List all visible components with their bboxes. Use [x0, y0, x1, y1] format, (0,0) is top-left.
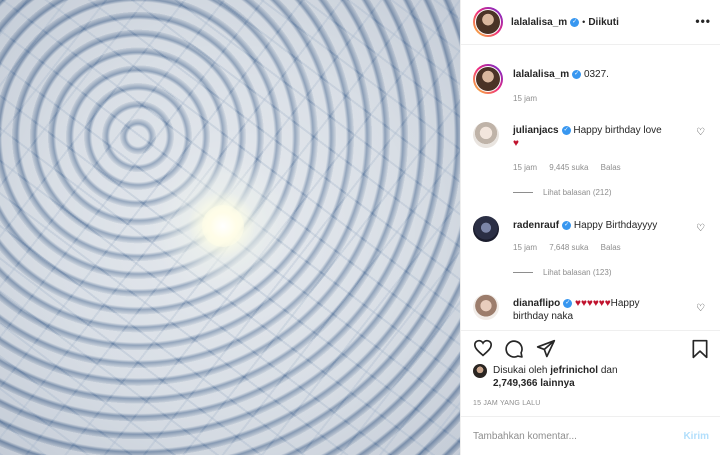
comments-list: lalalalisa_m ✓ 0327. 15 jam julianjacs ✓ H…: [461, 46, 720, 328]
heart-outline-icon[interactable]: [473, 339, 493, 357]
reply-button[interactable]: Balas: [601, 243, 621, 252]
comment-body: Happy Birthdayyyy: [573, 220, 658, 231]
sun-glare: [202, 205, 244, 247]
likes-count[interactable]: 2,749,366 lainnya: [493, 378, 575, 389]
share-icon[interactable]: [536, 339, 556, 359]
red-heart-icon: ♥: [513, 138, 519, 149]
verified-badge-icon: ✓: [563, 298, 573, 308]
comment-meta: 15 jam 7,648 suka Balas: [513, 243, 631, 252]
add-comment-bar: Kirim: [461, 416, 720, 455]
post-header: lalalalisa_m ✓ • Diikuti •••: [461, 0, 720, 45]
comment-body-b: birthday naka: [513, 311, 574, 322]
caption-meta: 15 jam: [513, 94, 547, 103]
caption-body: 0327.: [583, 69, 609, 80]
author-avatar[interactable]: [473, 7, 503, 37]
comment-input[interactable]: [473, 430, 684, 442]
comment-text: dianaflipo ✓ ♥♥♥♥♥♥Happy birthday naka: [513, 297, 687, 323]
comment-body: Happy birthday love: [573, 125, 662, 136]
comment-avatar[interactable]: [473, 122, 499, 148]
verified-badge-icon: ✓: [570, 17, 580, 27]
instagram-post-view: lalalalisa_m ✓ • Diikuti ••• lalalalisa_…: [0, 0, 720, 455]
comment-likes[interactable]: 7,648 suka: [549, 243, 588, 252]
following-button[interactable]: Diikuti: [588, 17, 619, 28]
comment-icon[interactable]: [504, 339, 524, 359]
liker-avatar[interactable]: [473, 364, 487, 378]
comment-text: radenrauf ✓ Happy Birthdayyyy: [513, 219, 687, 232]
caption-avatar[interactable]: [473, 64, 503, 94]
post-photo[interactable]: [0, 0, 460, 455]
likes-and: dan: [600, 365, 618, 376]
view-replies-button[interactable]: Lihat balasan (123): [513, 268, 612, 277]
verified-badge-icon: ✓: [561, 125, 571, 135]
like-comment-icon[interactable]: ♡: [696, 127, 705, 138]
replies-divider: [513, 192, 533, 193]
likes-summary: Disukai oleh jefrinichol dan 2,749,366 l…: [473, 364, 618, 390]
comment-avatar[interactable]: [473, 216, 499, 242]
reply-button[interactable]: Balas: [601, 163, 621, 172]
comment-username[interactable]: radenrauf: [513, 220, 559, 231]
likes-text: Disukai oleh jefrinichol dan 2,749,366 l…: [493, 364, 618, 390]
comment-avatar[interactable]: [473, 294, 499, 320]
comment-item: julianjacs ✓ Happy birthday love ♥ ♡ 15 j…: [473, 122, 709, 206]
post-timestamp[interactable]: 15 JAM YANG LALU: [473, 400, 541, 407]
comment-text: julianjacs ✓ Happy birthday love ♥: [513, 124, 687, 150]
replies-divider: [513, 272, 533, 273]
post-side-panel: lalalalisa_m ✓ • Diikuti ••• lalalalisa_…: [460, 0, 720, 455]
comment-body-a: Happy: [610, 298, 640, 309]
action-bar: [461, 330, 720, 360]
comment-username[interactable]: julianjacs: [513, 125, 559, 136]
verified-badge-icon: ✓: [562, 220, 572, 230]
like-comment-icon[interactable]: ♡: [696, 303, 705, 314]
more-icon[interactable]: •••: [695, 14, 711, 28]
caption-item: lalalalisa_m ✓ 0327. 15 jam: [473, 64, 709, 108]
like-comment-icon[interactable]: ♡: [696, 223, 705, 234]
liker-username[interactable]: jefrinichol: [550, 365, 598, 376]
view-replies-label: Lihat balasan (212): [543, 188, 612, 197]
caption-text: lalalalisa_m ✓ 0327.: [513, 68, 687, 81]
comment-username[interactable]: dianaflipo: [513, 298, 560, 309]
comment-likes[interactable]: 9,445 suka: [549, 163, 588, 172]
comment-time[interactable]: 15 jam: [513, 243, 537, 252]
caption-time[interactable]: 15 jam: [513, 94, 537, 103]
view-replies-button[interactable]: Lihat balasan (212): [513, 188, 612, 197]
bookmark-icon[interactable]: [691, 339, 709, 359]
author-username[interactable]: lalalalisa_m: [511, 17, 567, 28]
view-replies-label: Lihat balasan (123): [543, 268, 612, 277]
comment-item: dianaflipo ✓ ♥♥♥♥♥♥Happy birthday naka ♡: [473, 294, 709, 328]
send-button[interactable]: Kirim: [683, 431, 709, 442]
caption-username[interactable]: lalalalisa_m: [513, 69, 569, 80]
red-hearts-emoji: ♥♥♥♥♥♥: [575, 298, 611, 309]
likes-prefix: Disukai oleh: [493, 365, 548, 376]
comment-meta: 15 jam 9,445 suka Balas: [513, 163, 631, 172]
separator-dot: •: [582, 17, 586, 27]
comment-time[interactable]: 15 jam: [513, 163, 537, 172]
verified-badge-icon: ✓: [572, 69, 582, 79]
comment-item: radenrauf ✓ Happy Birthdayyyy ♡ 15 jam 7,…: [473, 216, 709, 286]
